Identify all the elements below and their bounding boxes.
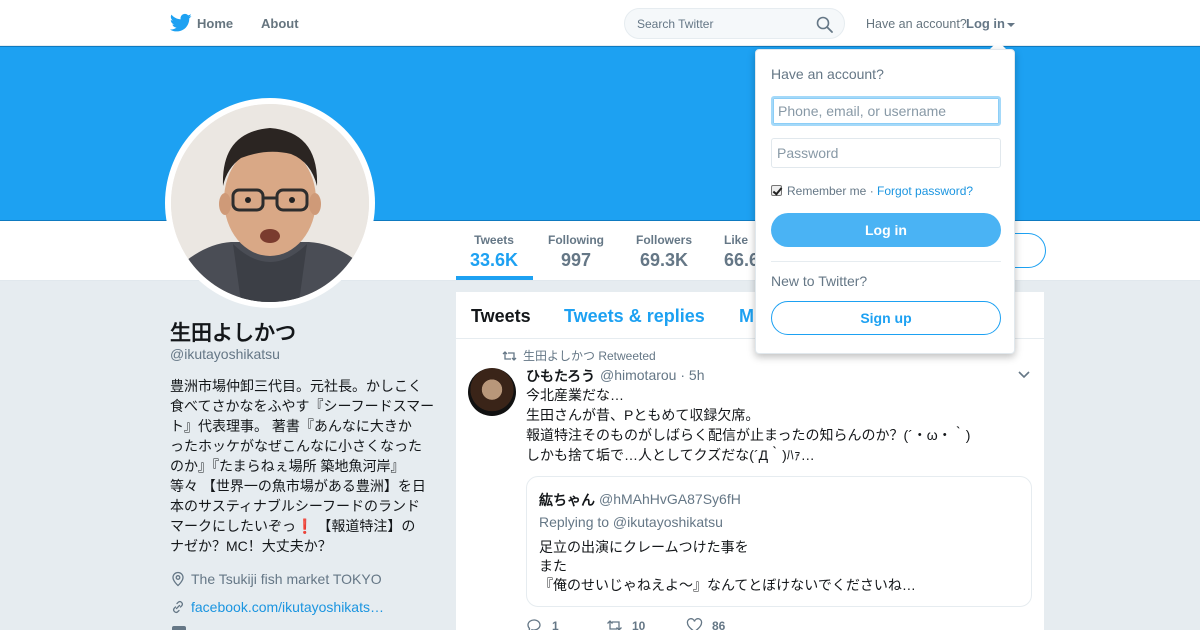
- twitter-bird-logo-icon[interactable]: [170, 13, 192, 33]
- profile-location: The Tsukiji fish market TOKYO: [170, 571, 382, 587]
- location-text: The Tsukiji fish market TOKYO: [191, 571, 382, 587]
- stat-label: Following: [548, 233, 604, 247]
- nav-home-link[interactable]: Home: [197, 16, 233, 31]
- quoted-author-name: 紘ちゃん: [539, 492, 595, 508]
- new-to-twitter-text: New to Twitter?: [771, 273, 868, 289]
- quoted-text-line: また: [539, 558, 567, 574]
- stat-label: Like: [724, 233, 749, 247]
- quoted-replying-to: Replying to @ikutayoshikatsu: [539, 514, 723, 530]
- stat-tweets[interactable]: Tweets 33.6K: [470, 233, 518, 271]
- remember-me-row: Remember me · Forgot password?: [771, 184, 973, 198]
- retweet-action[interactable]: 10: [606, 618, 645, 630]
- profile-handle[interactable]: @ikutayoshikatsu: [170, 346, 280, 362]
- quoted-author-handle: @hMAhHvGA87Sy6fH: [599, 491, 741, 507]
- like-action[interactable]: 86: [686, 618, 725, 630]
- heart-icon: [686, 618, 703, 630]
- remember-me-checkbox[interactable]: [771, 185, 782, 196]
- quoted-text-line: 足立の出演にクレームつけた事を: [539, 539, 749, 555]
- stat-label: Followers: [636, 233, 693, 247]
- bio-line: 等々 【世界一の魚市場がある豊洲】を日: [170, 478, 426, 494]
- profile-name[interactable]: 生田よしかつ: [170, 317, 296, 347]
- stat-followers[interactable]: Followers 69.3K: [636, 233, 692, 271]
- tweet-text-line: 今北産業だな…: [526, 387, 624, 403]
- bio-text: 【報道特注】の: [317, 518, 416, 534]
- login-menu-toggle[interactable]: Log in: [966, 16, 1015, 31]
- stat-likes[interactable]: Like 66.6: [724, 233, 759, 271]
- bio-line: 豊洲市場仲卸三代目。元社長。かしこく: [170, 378, 422, 394]
- bio-line: 本のサスティナブルシーフードのランド: [170, 498, 421, 514]
- login-menu-label: Log in: [966, 16, 1005, 31]
- avatar-photo-icon: [171, 104, 369, 302]
- dropdown-divider: [771, 261, 1001, 262]
- profile-bio: 豊洲市場仲卸三代目。元社長。かしこく 食べてさかなをふやす『シーフードスマー ト…: [170, 376, 435, 556]
- retweet-count: 10: [632, 619, 646, 630]
- tweet-text-line: しかも捨て垢で…人としてクズだな(´Д｀)ﾊｧ…: [526, 447, 815, 463]
- retweet-icon: [607, 620, 622, 630]
- bio-line: のか』『たまらねぇ場所 築地魚河岸』: [170, 458, 405, 474]
- tweet-author-meta[interactable]: @himotarou · 5h: [600, 367, 704, 383]
- nav-about-link[interactable]: About: [261, 16, 299, 31]
- bio-text: マークにしたいぞっ: [170, 518, 296, 534]
- tweet-text-line: 報道特注そのものがしばらく配信が止まったの知らんのか？(´・ω・｀): [526, 427, 971, 443]
- url-text[interactable]: facebook.com/ikutayoshikats…: [191, 599, 384, 615]
- reply-icon: [527, 619, 541, 630]
- search-input[interactable]: Search Twitter: [637, 17, 713, 31]
- stat-value: 33.6K: [470, 250, 519, 270]
- tab-tweets-and-replies[interactable]: Tweets & replies: [564, 306, 705, 327]
- tweet-author-avatar[interactable]: [468, 368, 516, 416]
- login-button[interactable]: Log in: [771, 213, 1001, 247]
- password-field[interactable]: [771, 138, 1001, 168]
- retweet-icon: [502, 351, 517, 361]
- stat-label: Tweets: [474, 233, 514, 247]
- quoted-tweet[interactable]: 紘ちゃん @hMAhHvGA87Sy6fH Replying to @ikuta…: [526, 476, 1032, 607]
- remember-me-label[interactable]: Remember me: [787, 184, 866, 198]
- search-icon[interactable]: [816, 16, 833, 33]
- bio-line: 食べてさかなをふやす『シーフードスマー: [170, 398, 435, 414]
- tweet-text: 今北産業だな… 生田さんが昔、Pともめて収録欠席。 報道特注そのものがしばらく配…: [526, 385, 1026, 465]
- reply-count: 1: [552, 619, 559, 630]
- quoted-text-line: 『俺のせいじゃねえよ～』なんてとぼけないでくださいね…: [539, 577, 916, 593]
- have-account-text: Have an account?: [866, 17, 967, 31]
- forgot-password-link[interactable]: Forgot password?: [877, 184, 973, 198]
- signup-button[interactable]: Sign up: [771, 301, 1001, 335]
- stat-following[interactable]: Following 997: [548, 233, 604, 271]
- login-dropdown: Have an account? Remember me · Forgot pa…: [755, 49, 1015, 354]
- calendar-icon: [172, 626, 186, 630]
- tab-media[interactable]: M: [739, 306, 754, 327]
- retweet-context: 生田よしかつ Retweeted: [502, 347, 656, 364]
- reply-action[interactable]: 1: [526, 618, 559, 630]
- profile-url[interactable]: facebook.com/ikutayoshikats…: [170, 599, 384, 615]
- quoted-text: 足立の出演にクレームつけた事を また 『俺のせいじゃねえよ～』なんてとぼけないで…: [539, 538, 1019, 595]
- stat-value: 997: [560, 250, 592, 270]
- top-navigation-bar: Home About Search Twitter Have an accoun…: [0, 0, 1200, 46]
- username-field[interactable]: [771, 96, 1001, 126]
- tweet-actions: 1 10 86: [526, 618, 826, 630]
- search-box[interactable]: Search Twitter: [624, 8, 845, 39]
- stat-value: 66.6: [724, 250, 760, 270]
- exclamation-emoji-icon: ❗: [296, 518, 314, 534]
- bio-line: マークにしたいぞっ❗ 【報道特注】の: [170, 516, 432, 536]
- caret-down-icon: [1007, 22, 1015, 27]
- tweet-text-line: 生田さんが昔、Pともめて収録欠席。: [526, 407, 760, 423]
- tab-tweets[interactable]: Tweets: [471, 306, 531, 327]
- profile-avatar[interactable]: [171, 104, 369, 302]
- chevron-down-icon[interactable]: [1018, 371, 1030, 379]
- stat-value: 69.3K: [639, 250, 689, 270]
- bio-line: ナゼか？MC！大丈夫か？: [170, 538, 332, 554]
- location-pin-icon: [172, 571, 184, 587]
- link-icon: [173, 601, 183, 613]
- active-stat-indicator: [456, 276, 533, 280]
- like-count: 86: [712, 619, 726, 630]
- retweet-context-text[interactable]: 生田よしかつ Retweeted: [523, 349, 656, 363]
- bio-line: ったホッケがなぜこんなに小さくなった: [170, 438, 422, 454]
- separator-dot: ·: [866, 184, 878, 198]
- dropdown-title: Have an account?: [771, 66, 884, 82]
- tweet-author-name[interactable]: ひもたろう: [526, 366, 595, 386]
- bio-line: ト』代表理事。 著書『あんなに大きか: [170, 418, 412, 434]
